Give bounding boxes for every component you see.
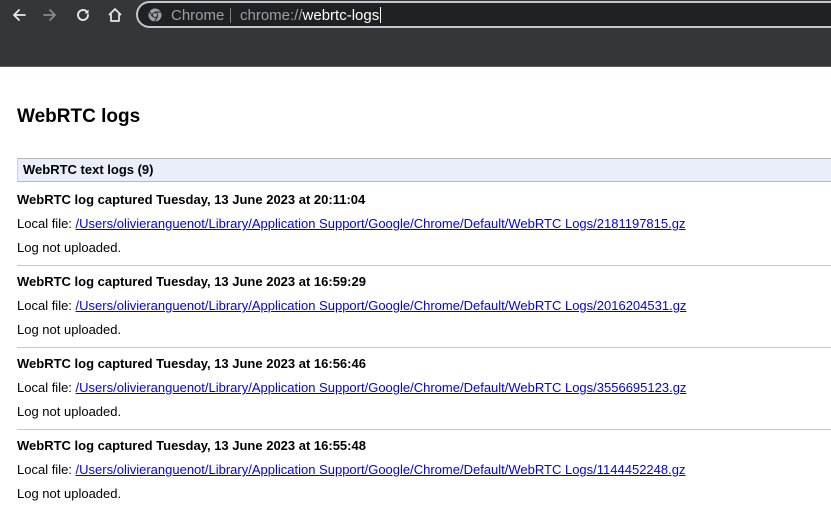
reload-icon: [77, 9, 89, 21]
log-entry: WebRTC log captured Tuesday, 13 June 202…: [17, 438, 831, 520]
log-captured-time: WebRTC log captured Tuesday, 13 June 202…: [17, 438, 366, 453]
local-file-link[interactable]: /Users/olivieranguenot/Library/Applicati…: [76, 380, 687, 395]
local-file-label: Local file:: [17, 380, 76, 395]
log-upload-status: Log not uploaded.: [17, 486, 122, 501]
log-captured-time: WebRTC log captured Tuesday, 13 June 202…: [17, 356, 366, 371]
local-file-label: Local file:: [17, 462, 76, 477]
log-upload-status: Log not uploaded.: [17, 240, 122, 255]
local-file-label: Local file:: [17, 216, 76, 231]
arrow-left-icon: [13, 9, 26, 21]
log-upload-status: Log not uploaded.: [17, 322, 122, 337]
section-header-text-logs: WebRTC text logs (9): [17, 158, 831, 182]
arrow-right-icon: [43, 9, 56, 21]
log-local-file: Local file: /Users/olivieranguenot/Libra…: [17, 216, 685, 231]
local-file-label: Local file:: [17, 298, 76, 313]
url-scheme: chrome://: [240, 7, 303, 24]
url-host: webrtc-logs: [302, 7, 380, 24]
home-button[interactable]: [104, 4, 126, 26]
omnibox-divider: [230, 8, 231, 23]
local-file-link[interactable]: /Users/olivieranguenot/Library/Applicati…: [76, 216, 686, 231]
log-local-file: Local file: /Users/olivieranguenot/Libra…: [17, 380, 686, 395]
reload-button[interactable]: [72, 4, 94, 26]
browser-toolbar: Chrome chrome://webrtc-logs: [0, 0, 831, 67]
address-bar[interactable]: Chrome chrome://webrtc-logs: [136, 1, 831, 28]
page-title: WebRTC logs: [17, 106, 141, 127]
back-button[interactable]: [8, 4, 30, 26]
home-icon: [108, 8, 122, 22]
local-file-link[interactable]: /Users/olivieranguenot/Library/Applicati…: [76, 462, 686, 477]
log-captured-time: WebRTC log captured Tuesday, 13 June 202…: [17, 192, 366, 207]
local-file-link[interactable]: /Users/olivieranguenot/Library/Applicati…: [76, 298, 687, 313]
log-entry: WebRTC log captured Tuesday, 13 June 202…: [17, 274, 831, 356]
log-list: WebRTC log captured Tuesday, 13 June 202…: [17, 192, 831, 520]
log-captured-time: WebRTC log captured Tuesday, 13 June 202…: [17, 274, 366, 289]
text-caret: [380, 7, 382, 23]
log-upload-status: Log not uploaded.: [17, 404, 122, 419]
log-local-file: Local file: /Users/olivieranguenot/Libra…: [17, 462, 685, 477]
omnibox-chip-label: Chrome: [171, 7, 225, 24]
log-entry: WebRTC log captured Tuesday, 13 June 202…: [17, 356, 831, 438]
log-entry: WebRTC log captured Tuesday, 13 June 202…: [17, 192, 831, 274]
url-text[interactable]: chrome://webrtc-logs: [240, 7, 382, 24]
log-local-file: Local file: /Users/olivieranguenot/Libra…: [17, 298, 686, 313]
chrome-logo-icon: [148, 8, 162, 22]
forward-button[interactable]: [39, 4, 61, 26]
